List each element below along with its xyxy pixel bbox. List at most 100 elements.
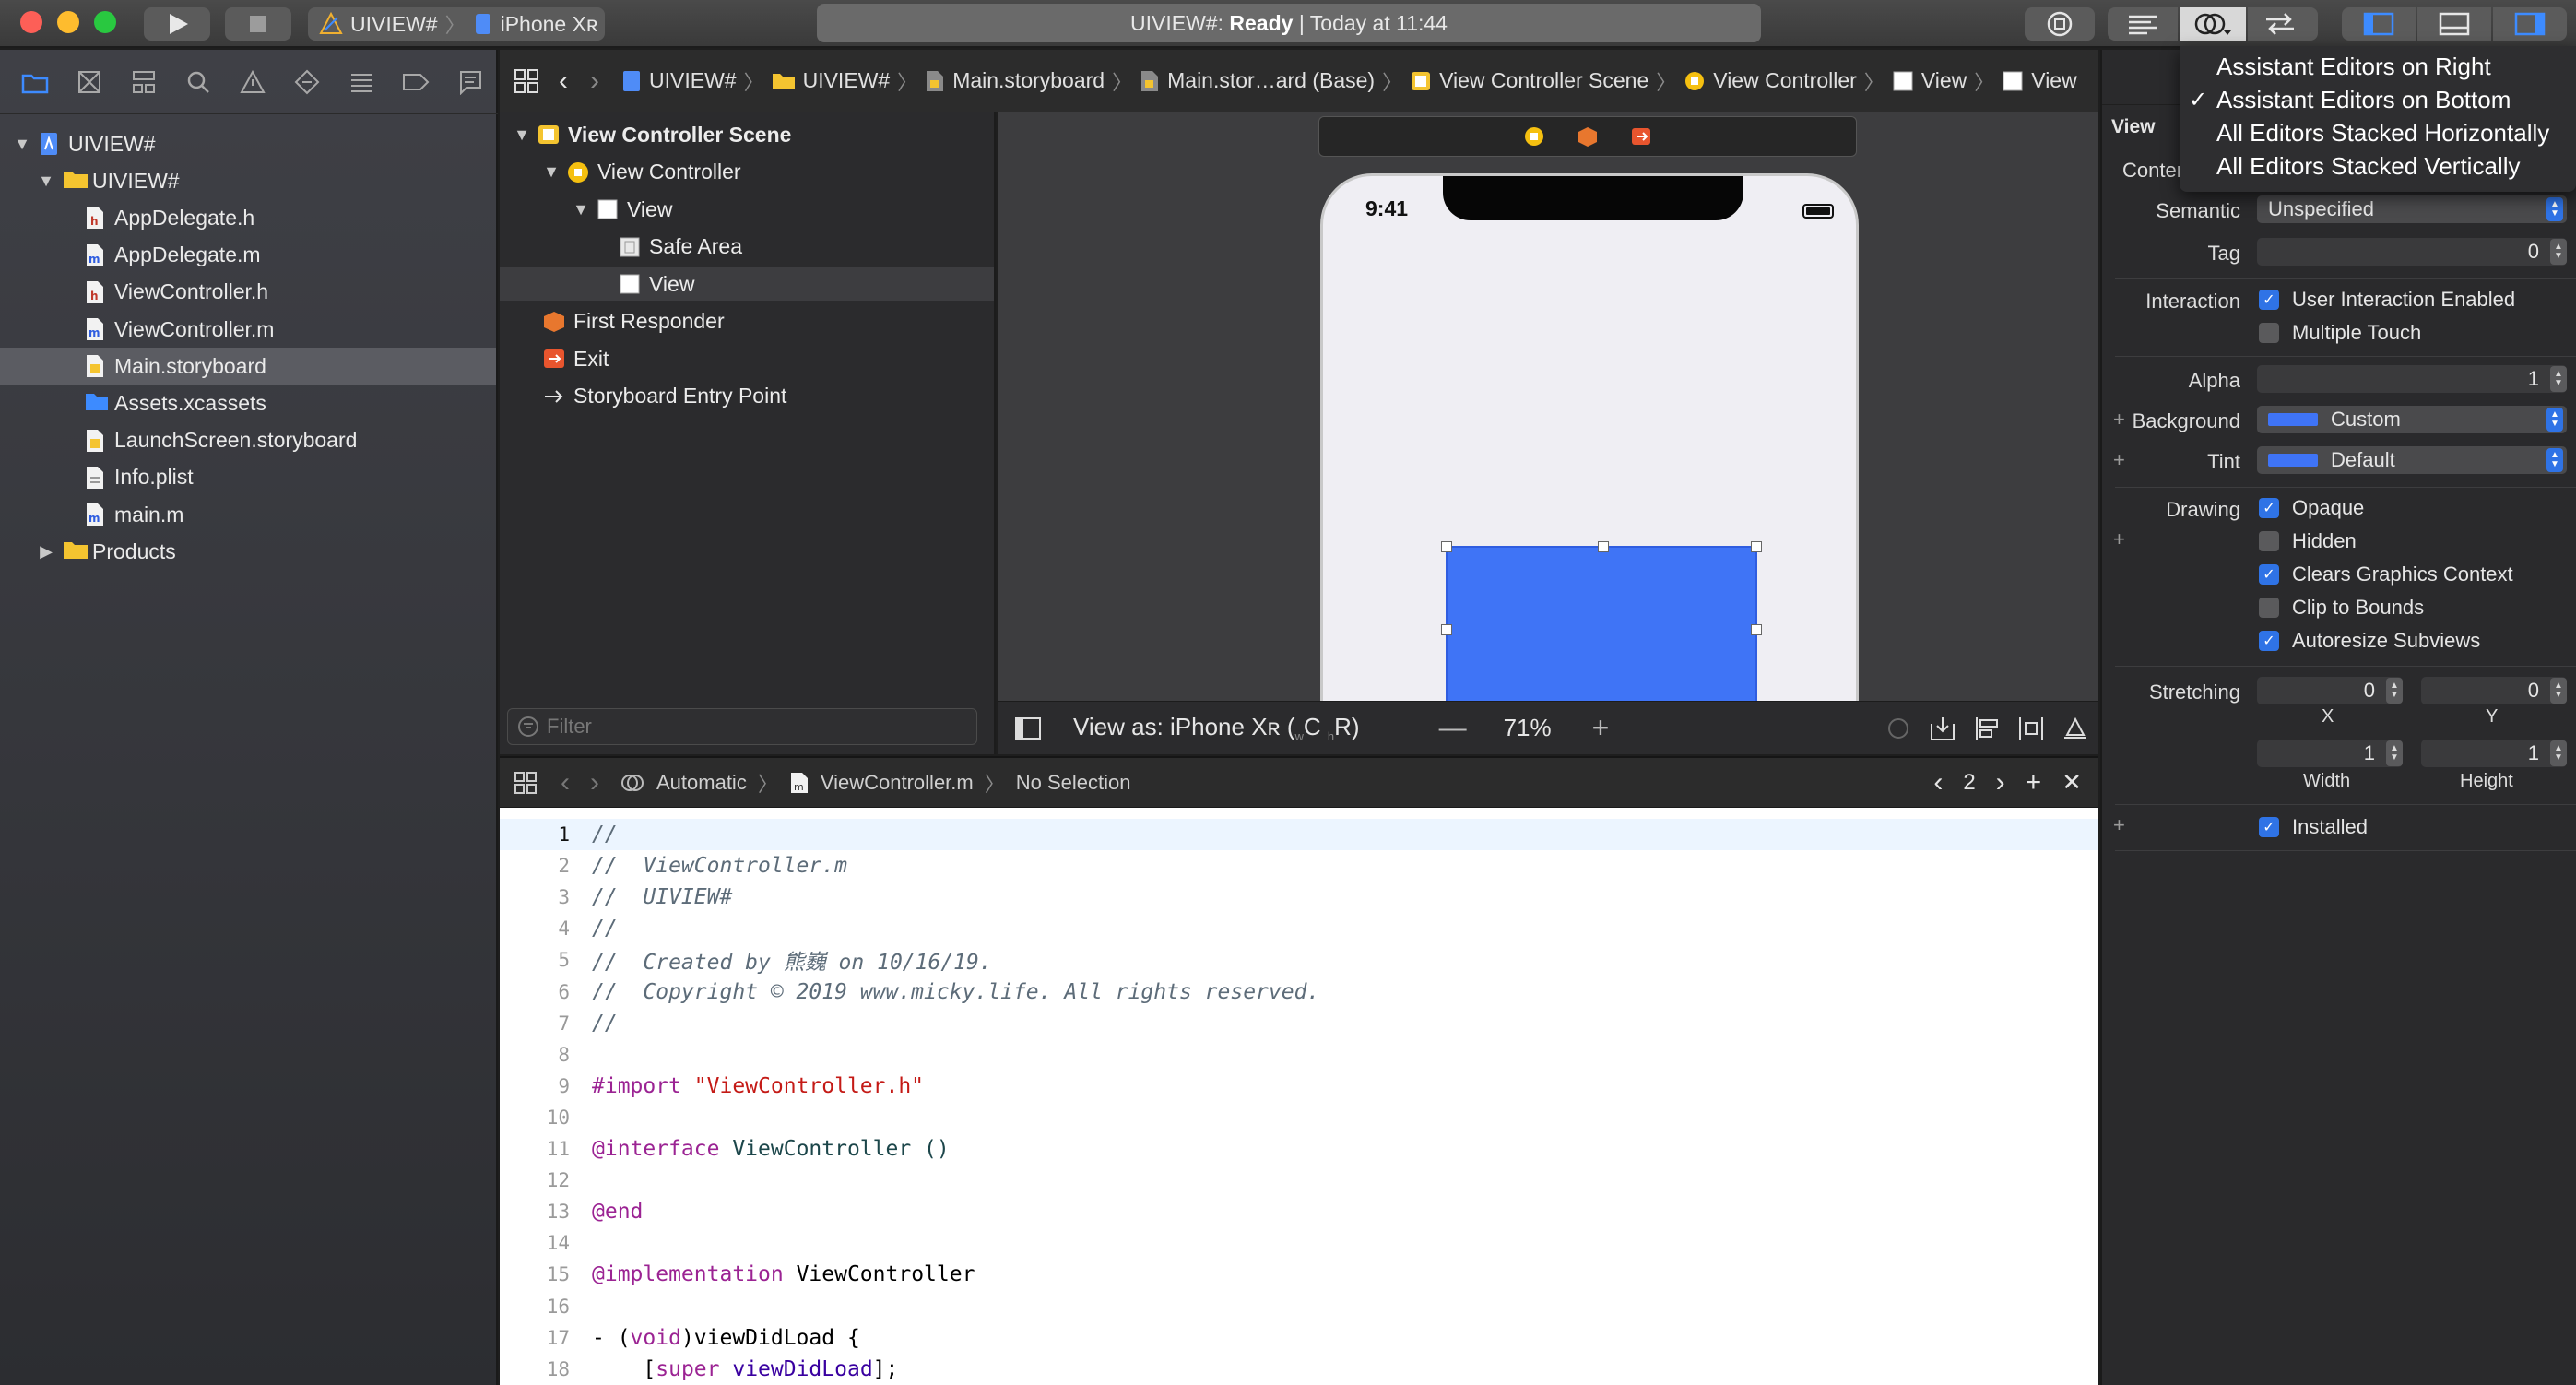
stepper-icon[interactable]: ▲ ▼ <box>2386 678 2403 704</box>
toggle-inspector-button[interactable] <box>2493 7 2567 41</box>
stretch-width-field[interactable]: 1 ▲ ▼ <box>2257 740 2403 767</box>
forward-arrow-icon[interactable]: › <box>590 767 599 799</box>
project-navigator-tab[interactable] <box>7 54 62 110</box>
code-line[interactable]: 3 // UIVIEW# <box>500 882 2098 913</box>
blue-uiview[interactable] <box>1441 541 1762 703</box>
outline-item[interactable]: Safe Area <box>500 231 994 264</box>
navigator-item[interactable]: h ViewController.h <box>0 274 496 311</box>
related-items-icon[interactable] <box>513 770 538 796</box>
forward-arrow-icon[interactable]: › <box>590 65 599 97</box>
align-icon[interactable] <box>1973 715 2001 742</box>
outline-filter-field[interactable]: Filter <box>507 708 977 745</box>
alpha-field[interactable]: 1 ▲ ▼ <box>2257 365 2567 393</box>
assistant-file[interactable]: ViewController.m <box>821 771 974 795</box>
code-line[interactable]: 14 <box>500 1227 2098 1259</box>
find-navigator-tab[interactable] <box>171 54 225 110</box>
outline-toggle-icon[interactable] <box>1014 716 1042 740</box>
test-navigator-tab[interactable] <box>280 54 335 110</box>
clears-context-checkbox[interactable]: ✓ Clears Graphics Context <box>2259 562 2513 586</box>
view-controller-icon[interactable] <box>1523 125 1545 148</box>
code-line[interactable]: 15 @implementation ViewController <box>500 1259 2098 1290</box>
code-line[interactable]: 6 // Copyright © 2019 www.micky.life. All… <box>500 977 2098 1008</box>
navigator-item[interactable]: m AppDelegate.m <box>0 237 496 274</box>
report-navigator-tab[interactable] <box>443 54 498 110</box>
code-line[interactable]: 7 // <box>500 1008 2098 1039</box>
breadcrumb-item[interactable]: View Controller <box>1684 68 1857 93</box>
breadcrumb-item[interactable]: Main.storyboard <box>925 68 1105 93</box>
standard-editor-button[interactable] <box>2108 7 2178 41</box>
add-variation-icon[interactable]: + <box>2113 408 2125 432</box>
code-line[interactable]: 4 // <box>500 913 2098 944</box>
stepper-icon[interactable]: ▲ ▼ <box>2386 740 2403 766</box>
breakpoint-navigator-tab[interactable] <box>389 54 443 110</box>
assistant-selection[interactable]: No Selection <box>1016 771 1131 795</box>
stepper-icon[interactable]: ▲ ▼ <box>2550 740 2567 766</box>
navigator-item[interactable]: LaunchScreen.storyboard <box>0 422 496 459</box>
background-popup[interactable]: Custom ▲ ▼ <box>2257 406 2567 433</box>
minimize-window-button[interactable] <box>57 11 79 33</box>
installed-checkbox[interactable]: ✓ Installed <box>2259 815 2368 839</box>
code-line[interactable]: 16 <box>500 1291 2098 1322</box>
issue-navigator-tab[interactable] <box>225 54 279 110</box>
navigator-item[interactable]: m ViewController.m <box>0 311 496 348</box>
stretch-y-field[interactable]: 0 ▲ ▼ <box>2421 677 2567 704</box>
assistant-editor-button[interactable] <box>2180 7 2246 41</box>
scheme-selector[interactable]: UIVIEW# 〉 iPhone Xʀ <box>308 7 605 41</box>
navigator-item[interactable]: ▶ Products <box>0 533 496 570</box>
counterparts-icon[interactable] <box>620 770 645 796</box>
breadcrumb-item[interactable]: UIVIEW# <box>621 68 737 93</box>
code-line[interactable]: 12 <box>500 1165 2098 1196</box>
code-line[interactable]: 10 <box>500 1102 2098 1133</box>
resize-handle[interactable] <box>1441 541 1452 552</box>
outline-item[interactable]: View <box>500 267 994 301</box>
breadcrumb-item[interactable]: View <box>2002 68 2077 93</box>
navigator-item[interactable]: h AppDelegate.h <box>0 199 496 236</box>
back-arrow-icon[interactable]: ‹ <box>561 767 570 799</box>
debug-navigator-tab[interactable] <box>335 54 389 110</box>
first-responder-icon[interactable] <box>1577 125 1599 148</box>
disclosure-closed-icon[interactable]: ▶ <box>37 542 55 562</box>
breadcrumb-item[interactable]: View Controller Scene <box>1410 68 1648 93</box>
menu-item[interactable]: All Editors Stacked Vertically <box>2180 149 2576 183</box>
navigator-item[interactable]: Assets.xcassets <box>0 385 496 421</box>
disclosure-open-icon[interactable]: ▼ <box>513 125 531 145</box>
stop-button[interactable] <box>225 7 291 41</box>
clip-bounds-checkbox[interactable]: Clip to Bounds <box>2259 596 2424 620</box>
previous-counterpart-icon[interactable]: ‹ <box>1933 767 1943 799</box>
disclosure-open-icon[interactable]: ▼ <box>542 162 561 182</box>
related-items-icon[interactable] <box>513 67 540 95</box>
user-interaction-checkbox[interactable]: ✓ User Interaction Enabled <box>2259 288 2515 312</box>
source-control-navigator-tab[interactable] <box>62 54 116 110</box>
disclosure-open-icon[interactable]: ▼ <box>572 200 590 219</box>
close-editor-icon[interactable]: ✕ <box>2062 768 2082 797</box>
outline-item[interactable]: Exit <box>500 342 994 375</box>
navigator-item[interactable]: Info.plist <box>0 459 496 496</box>
next-counterpart-icon[interactable]: › <box>1996 767 2005 799</box>
toggle-debug-area-button[interactable] <box>2417 7 2491 41</box>
add-variation-icon[interactable]: + <box>2113 813 2125 837</box>
back-arrow-icon[interactable]: ‹ <box>559 65 568 97</box>
add-editor-icon[interactable]: + <box>2026 767 2042 799</box>
code-line[interactable]: 13 @end <box>500 1196 2098 1227</box>
code-line[interactable]: 17 - (void)viewDidLoad { <box>500 1322 2098 1354</box>
resolve-issues-icon[interactable] <box>2062 715 2089 742</box>
outline-item[interactable]: ▼ View Controller Scene <box>500 118 994 151</box>
navigator-item[interactable]: m main.m <box>0 496 496 533</box>
tint-popup[interactable]: Default ▲ ▼ <box>2257 446 2567 474</box>
navigator-item[interactable]: ▼ UIVIEW# <box>0 162 496 199</box>
code-line[interactable]: 1 // <box>500 819 2098 850</box>
outline-item[interactable]: Storyboard Entry Point <box>500 380 994 413</box>
exit-icon[interactable] <box>1630 125 1652 148</box>
opaque-checkbox[interactable]: ✓ Opaque <box>2259 496 2364 520</box>
stepper-icon[interactable]: ▲ ▼ <box>2550 678 2567 704</box>
close-window-button[interactable] <box>20 11 42 33</box>
resize-handle[interactable] <box>1751 541 1762 552</box>
toggle-navigator-button[interactable] <box>2342 7 2416 41</box>
stretch-height-field[interactable]: 1 ▲ ▼ <box>2421 740 2567 767</box>
code-line[interactable]: 5 // Created by 熊巍 on 10/16/19. <box>500 944 2098 976</box>
add-variation-icon[interactable]: + <box>2113 448 2125 472</box>
menu-item[interactable]: Assistant Editors on Right <box>2180 50 2576 83</box>
view-as-device[interactable]: View as: iPhone Xʀ (wC hR) <box>1073 713 1360 743</box>
tag-field[interactable]: 0 ▲ ▼ <box>2257 238 2567 266</box>
code-line[interactable]: 8 <box>500 1039 2098 1071</box>
